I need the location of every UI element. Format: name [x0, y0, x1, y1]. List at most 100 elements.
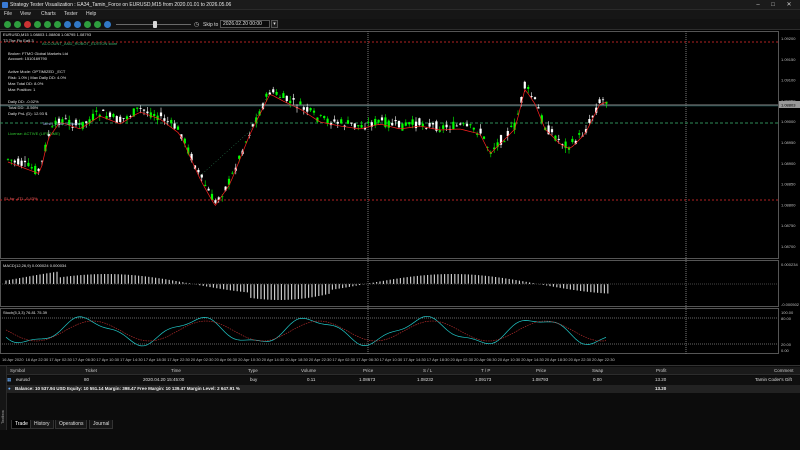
price-axis-label: 1.09150	[781, 57, 796, 62]
candle-body	[367, 121, 370, 123]
price-axis-label: 1.08750	[781, 223, 796, 228]
candle-body	[13, 160, 16, 163]
skip-to-dropdown-button[interactable]: ▾	[271, 20, 278, 28]
col-comment[interactable]: Comment	[774, 368, 794, 373]
candle-body	[353, 123, 356, 128]
menu-view[interactable]: View	[20, 11, 31, 17]
candle-body	[282, 93, 285, 99]
menu-help[interactable]: Help	[86, 11, 96, 17]
pause-button[interactable]	[14, 21, 21, 28]
time-axis-label: 20 Apr 22:30	[309, 357, 332, 362]
candle-body	[319, 114, 322, 116]
candle-body	[278, 97, 282, 98]
candle-body	[510, 125, 513, 127]
candle-body	[391, 123, 394, 126]
minimize-button[interactable]: –	[752, 1, 764, 9]
table-row[interactable]: ▦ eurusd 80 2020.04.20 15:45:00 buy 0.11…	[7, 376, 800, 385]
col-volume[interactable]: Volume	[301, 368, 316, 373]
candle-body	[452, 121, 455, 130]
chart-area[interactable]: 1.092001.091501.091001.090501.090001.089…	[0, 31, 800, 363]
balance-profit: 13.20	[655, 386, 667, 391]
time-axis-label: 20 Apr 06:30	[474, 357, 497, 362]
app-icon	[2, 2, 8, 8]
tab-operations[interactable]: Operations	[55, 420, 88, 429]
candle-body	[414, 121, 418, 129]
candle-body	[71, 127, 74, 128]
candle-body	[357, 125, 360, 127]
time-axis-label: 20 Apr 22:30	[592, 357, 615, 362]
candle-body	[537, 107, 540, 109]
col-current-price[interactable]: Price	[536, 368, 546, 373]
time-axis-label: 17 Apr 18:30	[427, 357, 450, 362]
tab-trade[interactable]: Trade	[11, 420, 32, 429]
candle-body	[136, 107, 139, 109]
candle-body	[272, 89, 275, 93]
menu-tester[interactable]: Tester	[64, 11, 78, 17]
col-sl[interactable]: S / L	[423, 368, 432, 373]
col-profit[interactable]: Profit	[656, 368, 667, 373]
menu-charts[interactable]: Charts	[41, 11, 56, 17]
candle-body	[153, 113, 156, 116]
report-button[interactable]	[94, 21, 101, 28]
step-button[interactable]	[34, 21, 41, 28]
balance-icon: ●	[8, 386, 11, 391]
settings-button[interactable]	[74, 21, 81, 28]
fast-forward-button[interactable]	[54, 21, 61, 28]
info-button[interactable]	[104, 21, 111, 28]
macd-scale-top: 0.000234	[781, 262, 798, 267]
panel-max-total-dd: Max Total DD: 8.0%	[8, 81, 44, 86]
col-symbol[interactable]: Symbol	[10, 368, 25, 373]
candle-body	[472, 127, 475, 130]
skip-to-input[interactable]: 2026.02.20 00:00	[220, 20, 270, 28]
time-axis-label: 16 Apr 22:30	[26, 357, 49, 362]
refresh-button[interactable]	[84, 21, 91, 28]
col-ticket[interactable]: Ticket	[85, 368, 97, 373]
price-axis-label: 1.08800	[781, 202, 796, 207]
macd-pane-frame	[0, 260, 779, 307]
candle-body	[292, 98, 295, 100]
step-forward-button[interactable]	[44, 21, 51, 28]
candle-body	[588, 119, 591, 123]
candle-body	[462, 123, 465, 125]
skip-to-label: Skip to	[203, 22, 219, 28]
close-button[interactable]: ✕	[783, 1, 795, 9]
row-volume: 0.11	[307, 377, 316, 382]
candle-body	[125, 116, 129, 120]
col-type[interactable]: Type	[248, 368, 258, 373]
sl-label: SL for -4TL -0.43%	[4, 196, 38, 201]
col-swap[interactable]: Swap	[592, 368, 603, 373]
record-button[interactable]	[64, 21, 71, 28]
time-axis-label: 17 Apr 14:30	[120, 357, 143, 362]
license-label: License: ACTIVE (LIFETIME)	[8, 131, 61, 136]
candle-body	[17, 158, 20, 165]
maximize-button[interactable]: □	[767, 1, 779, 9]
play-button[interactable]	[4, 21, 11, 28]
candle-body	[159, 112, 163, 117]
candle-body	[438, 130, 441, 132]
candle-body	[275, 91, 278, 95]
row-time: 2020.04.20 15:45:00	[143, 377, 185, 382]
candle-body	[550, 129, 554, 133]
stop-button[interactable]	[24, 21, 31, 28]
col-tp[interactable]: T / P	[481, 368, 490, 373]
col-price[interactable]: Price	[363, 368, 373, 373]
tab-journal[interactable]: Journal	[89, 420, 114, 429]
menu-file[interactable]: File	[4, 11, 12, 17]
candle-body	[523, 81, 526, 89]
stoch-main-line	[5, 315, 607, 347]
candle-body	[323, 115, 326, 119]
speed-slider-thumb[interactable]	[153, 21, 157, 28]
terminal-panel: Toolbox Symbol Ticket Time Type Volume P…	[0, 365, 800, 450]
time-axis-label: 17 Apr 10:30	[380, 357, 403, 362]
candle-body	[119, 116, 122, 123]
time-axis-label: 20 Apr 10:30	[238, 357, 261, 362]
price-axis-label: 1.09200	[781, 36, 796, 41]
candle-body	[397, 120, 401, 128]
toolbox-side[interactable]: Toolbox	[0, 366, 7, 430]
header-link[interactable]: ACCOUNT_AND_ROBOT_EDITION store	[42, 41, 117, 46]
tab-history[interactable]: History	[30, 420, 54, 429]
panel-max-position: Max Position: 1	[8, 87, 36, 92]
col-time[interactable]: Time	[171, 368, 181, 373]
candle-body	[37, 168, 40, 171]
candle-body	[326, 118, 329, 124]
